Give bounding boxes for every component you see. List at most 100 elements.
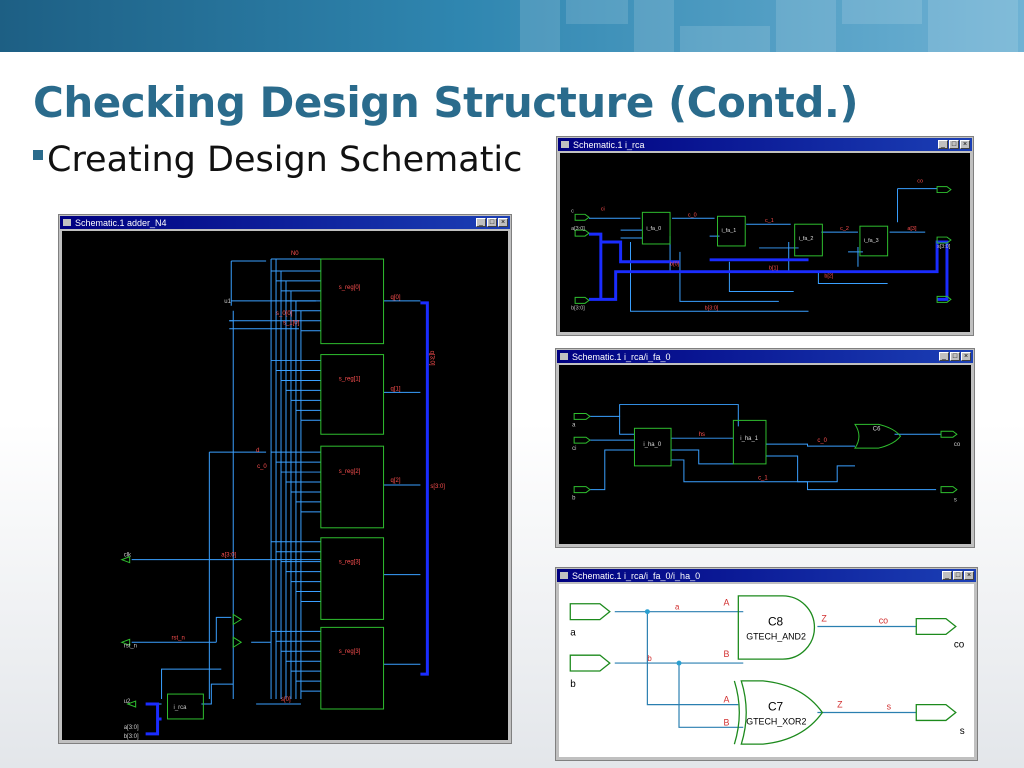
close-button[interactable]: × — [961, 352, 971, 361]
instance-label: s_reg[0] — [339, 285, 361, 291]
schematic-drawing: N0 u1 s_0[0] s_1[0] s_reg[0] s_reg[1] s_… — [120, 251, 445, 740]
net-label: rst_n — [172, 635, 185, 641]
net-label: co — [879, 616, 888, 626]
bullet-text: Creating Design Schematic — [47, 140, 523, 180]
window-title: Schematic.1 adder_N4 — [75, 217, 167, 228]
banner-tile — [520, 0, 560, 52]
port-label: s — [960, 726, 965, 737]
net-label: co — [917, 179, 923, 185]
window-menu-icon[interactable] — [63, 219, 71, 226]
minimize-button[interactable]: _ — [476, 218, 486, 227]
window-titlebar[interactable]: Schematic.1 i_rca _ □ × — [558, 138, 972, 151]
port-label: ci — [572, 446, 576, 452]
net-label: a — [675, 603, 680, 612]
net-label: q[1] — [391, 386, 401, 392]
window-menu-icon[interactable] — [560, 572, 568, 579]
port-label: b[3:0] — [571, 305, 585, 311]
net-label: c_0 — [688, 212, 697, 218]
window-menu-icon[interactable] — [561, 141, 569, 148]
minimize-button[interactable]: _ — [938, 140, 948, 149]
net-label: hs — [699, 432, 705, 438]
net-label: b[1] — [769, 266, 779, 272]
maximize-button[interactable]: □ — [953, 571, 963, 580]
net-label: b[2] — [824, 274, 834, 280]
instance-label: i_fa_1 — [721, 228, 736, 234]
schematic-canvas[interactable]: a ci b co s i_ha_0 i_ha_1 hs c_0 c_1 C6 — [559, 365, 971, 544]
net-label: s[0] — [281, 697, 291, 703]
square-bullet-icon — [33, 150, 43, 160]
instance-label: i_fa_2 — [799, 236, 814, 242]
maximize-button[interactable]: □ — [949, 140, 959, 149]
instance-label: i_fa_0 — [646, 226, 661, 232]
port-label: clk — [124, 553, 131, 559]
port-label: a — [572, 422, 576, 428]
net-label: c_0 — [817, 438, 827, 444]
schematic-drawing: a b a b A B Z A B Z C8 GTECH_AND2 C7 GTE… — [569, 595, 965, 745]
schematic-canvas[interactable]: c ci a[3:0] b[3:0] s[3:0] co i_fa_0 i_fa… — [560, 153, 970, 332]
banner-tile — [680, 26, 770, 52]
port-label: s[3:0] — [937, 244, 951, 250]
instance-label: i_ha_1 — [740, 436, 758, 442]
window-menu-icon[interactable] — [560, 353, 568, 360]
net-label: a[3] — [907, 226, 917, 232]
port-label: rst_n — [124, 643, 137, 649]
bullet-item: Creating Design Schematic — [33, 140, 522, 180]
instance-label: s_reg[2] — [339, 469, 361, 475]
net-label: d — [256, 448, 259, 454]
maximize-button[interactable]: □ — [950, 352, 960, 361]
slide-title: Checking Design Structure (Contd.) — [33, 78, 859, 127]
net-label: N0 — [291, 251, 299, 257]
pin-label: B — [723, 649, 729, 659]
instance-label: i_ha_0 — [643, 442, 661, 448]
pin-label: Z — [837, 700, 843, 710]
schematic-drawing: c ci a[3:0] b[3:0] s[3:0] co i_fa_0 i_fa… — [571, 179, 952, 312]
banner-tile — [634, 0, 674, 52]
net-label: c_1 — [758, 476, 768, 482]
net-label: c_0 — [257, 464, 267, 470]
port-label: co — [954, 639, 965, 650]
schematic-window-rca[interactable]: Schematic.1 i_rca _ □ × c ci a[3:0] b[3:… — [556, 136, 974, 336]
port-label: a — [570, 627, 576, 638]
instance-label: s_reg[3] — [339, 560, 361, 566]
minimize-button[interactable]: _ — [942, 571, 952, 580]
banner-tile — [928, 0, 1018, 52]
pin-label: A — [723, 695, 729, 705]
close-button[interactable]: × — [964, 571, 974, 580]
window-titlebar[interactable]: Schematic.1 i_rca/i_fa_0/i_ha_0 _ □ × — [557, 569, 976, 582]
header-banner — [0, 0, 1024, 52]
schematic-window-fa0[interactable]: Schematic.1 i_rca/i_fa_0 _ □ × a ci b co… — [555, 348, 975, 548]
banner-tile — [776, 0, 836, 52]
net-label: c_2 — [840, 226, 849, 232]
pin-label: B — [723, 717, 729, 727]
pin-label: A — [723, 598, 729, 608]
gate-instance-label: C7 — [768, 700, 783, 714]
schematic-window-adder[interactable]: Schematic.1 adder_N4 _ □ × N0 u1 s_0[0] … — [58, 214, 512, 744]
schematic-drawing: a ci b co s i_ha_0 i_ha_1 hs c_0 c_1 C6 — [572, 404, 961, 503]
close-button[interactable]: × — [498, 218, 508, 227]
close-button[interactable]: × — [960, 140, 970, 149]
port-label: b[3:0] — [124, 734, 139, 740]
bus-label: b[3:0] — [705, 305, 719, 311]
instance-label: i_fa_3 — [864, 238, 879, 244]
gate-instance-label: C8 — [768, 615, 784, 629]
net-label: b — [647, 654, 652, 663]
instance-label: i_rca — [174, 705, 188, 711]
net-label: s_1[0] — [283, 321, 300, 327]
net-label: b[0] — [670, 262, 680, 268]
window-title: Schematic.1 i_rca/i_fa_0/i_ha_0 — [572, 570, 701, 581]
window-title: Schematic.1 i_rca — [573, 139, 645, 150]
gate-type-label: GTECH_AND2 — [746, 631, 806, 641]
schematic-window-ha0[interactable]: Schematic.1 i_rca/i_fa_0/i_ha_0 _ □ × a … — [555, 567, 978, 761]
maximize-button[interactable]: □ — [487, 218, 497, 227]
window-titlebar[interactable]: Schematic.1 i_rca/i_fa_0 _ □ × — [557, 350, 973, 363]
port-label: co — [954, 442, 961, 448]
schematic-canvas[interactable]: a b a b A B Z A B Z C8 GTECH_AND2 C7 GTE… — [559, 584, 974, 757]
port-label: u2 — [124, 699, 131, 705]
net-label: q[0] — [391, 295, 401, 301]
banner-tile — [842, 0, 922, 24]
minimize-button[interactable]: _ — [939, 352, 949, 361]
net-label: ci — [601, 206, 605, 212]
port-label: a[3:0] — [571, 226, 585, 232]
window-titlebar[interactable]: Schematic.1 adder_N4 _ □ × — [60, 216, 510, 229]
schematic-canvas[interactable]: N0 u1 s_0[0] s_1[0] s_reg[0] s_reg[1] s_… — [62, 231, 508, 740]
